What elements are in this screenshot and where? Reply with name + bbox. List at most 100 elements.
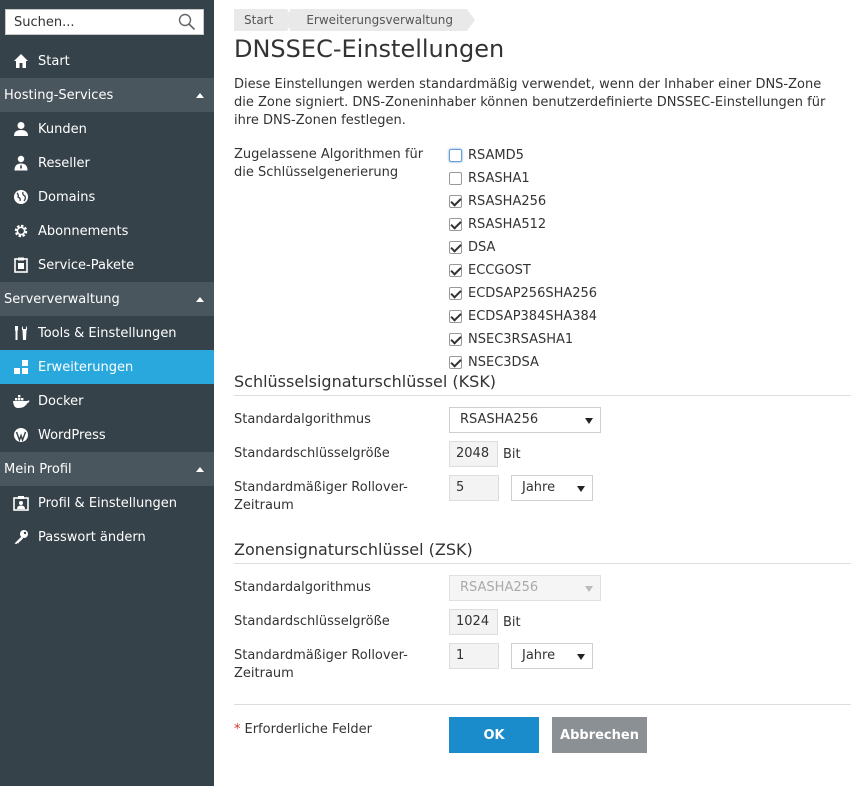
sidebar-item-profil-einstellungen[interactable]: Profil & Einstellungen — [0, 486, 214, 520]
docker-icon — [12, 392, 30, 410]
algorithm-option-nsec3dsa[interactable]: NSEC3DSA — [449, 353, 539, 371]
algorithm-name: DSA — [468, 239, 496, 255]
intro-text: Diese Einstellungen werden standardmäßig… — [234, 77, 826, 128]
collapse-caret-icon — [196, 466, 204, 472]
algorithm-name: RSAMD5 — [468, 147, 524, 163]
ksk-algorithm-select[interactable]: RSASHA256 — [449, 407, 601, 433]
search-icon[interactable] — [178, 13, 196, 31]
group-header-label: Serververwaltung — [4, 291, 120, 307]
ksk-rollover-label: Standardmäßiger Rollover-Zeitraum — [234, 480, 408, 513]
algorithm-option-dsa[interactable]: DSA — [449, 238, 495, 256]
algorithm-option-rsasha512[interactable]: RSASHA512 — [449, 215, 546, 233]
required-note-text: Erforderliche Felder — [244, 722, 373, 737]
checkbox[interactable] — [449, 309, 462, 323]
ksk-rollover-input[interactable]: 5 — [449, 475, 499, 501]
ksk-keysize-label: Standardschlüsselgröße — [234, 446, 390, 461]
group-header-hosting-services[interactable]: Hosting-Services — [0, 78, 214, 112]
zsk-keysize-unit: Bit — [503, 615, 521, 630]
collapse-caret-icon — [196, 92, 204, 98]
select-value: Jahre — [522, 480, 556, 495]
home-icon — [12, 52, 30, 70]
algorithm-name: ECDSAP384SHA384 — [468, 308, 598, 324]
algorithm-option-eccgost[interactable]: ECCGOST — [449, 261, 531, 279]
sidebar-item-docker[interactable]: Docker — [0, 384, 214, 418]
ksk-keysize-input[interactable]: 2048 — [449, 441, 498, 467]
sidebar-item-label: WordPress — [38, 427, 106, 443]
ksk-keysize-unit: Bit — [503, 447, 521, 462]
checkbox[interactable] — [449, 240, 462, 254]
checkbox[interactable] — [449, 355, 462, 369]
checkbox[interactable] — [449, 194, 462, 208]
algorithm-name: ECCGOST — [468, 262, 531, 278]
checkbox[interactable] — [449, 171, 462, 185]
checkbox[interactable] — [449, 332, 462, 346]
sidebar-item-label: Docker — [38, 393, 84, 409]
algorithm-name: NSEC3DSA — [468, 354, 539, 370]
sidebar-item-abonnements[interactable]: Abonnements — [0, 214, 214, 248]
sidebar-item-label: Abonnements — [38, 223, 129, 239]
group-header-serververwaltung[interactable]: Serververwaltung — [0, 282, 214, 316]
wordpress-icon — [12, 426, 30, 444]
sidebar-item-reseller[interactable]: Reseller — [0, 146, 214, 180]
group-hosting-services: Hosting-Services Kunden Reseller Domains… — [0, 78, 214, 282]
globe-icon — [12, 188, 30, 206]
algorithm-option-rsasha1[interactable]: RSASHA1 — [449, 169, 530, 187]
sidebar-item-passwort-aendern[interactable]: Passwort ändern — [0, 520, 214, 554]
algorithm-option-ecdsap256sha256[interactable]: ECDSAP256SHA256 — [449, 284, 597, 302]
sidebar-item-wordpress[interactable]: WordPress — [0, 418, 214, 452]
cancel-button[interactable]: Abbrechen — [552, 717, 647, 753]
zsk-rollover-label: Standardmäßiger Rollover-Zeitraum — [234, 648, 408, 681]
algorithm-option-nsec3rsasha1[interactable]: NSEC3RSASHA1 — [449, 330, 573, 348]
sidebar-item-start[interactable]: Start — [0, 44, 214, 78]
zsk-section-title: Zonensignaturschlüssel (ZSK) — [234, 540, 473, 559]
sidebar-item-domains[interactable]: Domains — [0, 180, 214, 214]
nav-start: Start — [0, 44, 214, 78]
section-divider — [234, 395, 851, 396]
algorithm-option-rsamd5[interactable]: RSAMD5 — [449, 146, 524, 164]
search-input[interactable] — [6, 10, 166, 34]
group-serververwaltung: Serververwaltung Tools & Einstellungen E… — [0, 282, 214, 452]
sidebar: Start Hosting-Services Kunden Reseller D… — [0, 0, 214, 786]
sidebar-item-kunden[interactable]: Kunden — [0, 112, 214, 146]
tools-icon — [12, 324, 30, 342]
required-fields-note: * Erforderliche Felder — [234, 722, 372, 737]
algorithms-label: Zugelassene Algorithmen für die Schlüsse… — [234, 147, 424, 180]
algorithm-name: RSASHA1 — [468, 170, 530, 186]
sidebar-item-erweiterungen[interactable]: Erweiterungen — [0, 350, 214, 384]
ok-button[interactable]: OK — [449, 717, 539, 753]
algorithm-name: ECDSAP256SHA256 — [468, 285, 598, 301]
sidebar-item-label: Service-Pakete — [38, 257, 135, 273]
gear-icon — [12, 222, 30, 240]
checkbox[interactable] — [449, 148, 462, 162]
group-mein-profil: Mein Profil Profil & Einstellungen Passw… — [0, 452, 214, 554]
sidebar-item-service-pakete[interactable]: Service-Pakete — [0, 248, 214, 282]
breadcrumb-start[interactable]: Start — [234, 9, 296, 31]
sidebar-item-label: Domains — [38, 189, 96, 205]
sidebar-item-label: Profil & Einstellungen — [38, 495, 177, 511]
algorithm-name: RSASHA256 — [468, 193, 547, 209]
search-box — [5, 9, 204, 35]
zsk-keysize-input[interactable]: 1024 — [449, 609, 498, 635]
ksk-rollover-unit-select[interactable]: Jahre — [511, 475, 593, 501]
extensions-icon — [12, 358, 30, 376]
breadcrumb-erweiterungsverwaltung[interactable]: Erweiterungsverwaltung — [290, 9, 475, 31]
user-icon — [12, 120, 30, 138]
select-value: RSASHA256 — [460, 412, 539, 427]
algorithm-option-ecdsap384sha384[interactable]: ECDSAP384SHA384 — [449, 307, 597, 325]
checkbox[interactable] — [449, 217, 462, 231]
ksk-section-title: Schlüsselsignaturschlüssel (KSK) — [234, 372, 497, 391]
zsk-rollover-unit-select[interactable]: Jahre — [511, 643, 593, 669]
sidebar-item-tools-einstellungen[interactable]: Tools & Einstellungen — [0, 316, 214, 350]
dropdown-arrow-icon — [577, 654, 585, 660]
algorithm-option-rsasha256[interactable]: RSASHA256 — [449, 192, 546, 210]
sidebar-item-label: Tools & Einstellungen — [38, 325, 177, 341]
group-header-mein-profil[interactable]: Mein Profil — [0, 452, 214, 486]
sidebar-item-label: Reseller — [38, 155, 90, 171]
dropdown-arrow-icon — [577, 486, 585, 492]
checkbox[interactable] — [449, 286, 462, 300]
zsk-rollover-input[interactable]: 1 — [449, 643, 499, 669]
checkbox[interactable] — [449, 263, 462, 277]
dropdown-arrow-icon — [585, 418, 593, 424]
group-header-label: Mein Profil — [4, 461, 72, 477]
sidebar-item-label: Erweiterungen — [38, 359, 134, 375]
